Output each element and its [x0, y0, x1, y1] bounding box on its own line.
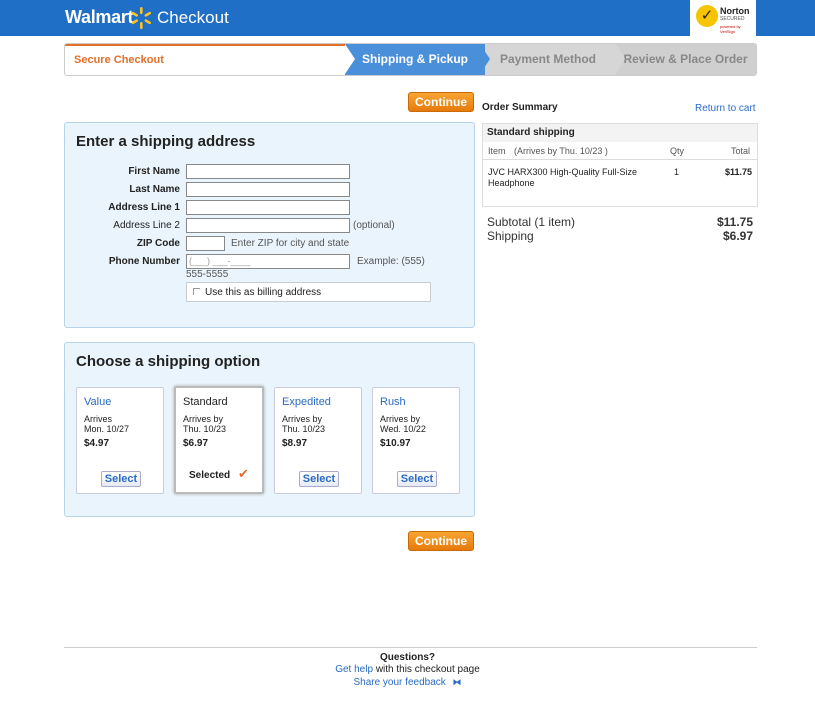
- address-line2-input[interactable]: [186, 218, 350, 233]
- norton-secured-badge[interactable]: ✓ Norton SECURED powered by VeriSign: [690, 0, 756, 36]
- shipping-options-panel: Choose a shipping option Value Arrives Mo…: [64, 342, 475, 517]
- get-help-link[interactable]: Get help: [335, 664, 373, 675]
- select-value-button[interactable]: Select: [101, 471, 141, 487]
- col-arrives: (Arrives by Thu. 10/23 ): [514, 146, 608, 156]
- shipping-address-panel: Enter a shipping address First Name Last…: [64, 122, 475, 328]
- order-summary-title: Order Summary: [482, 102, 558, 113]
- shipping-option-expedited[interactable]: Expedited Arrives by Thu. 10/23 $8.97 Sel…: [274, 387, 362, 494]
- step-payment-method: Payment Method: [480, 44, 616, 75]
- col-item: Item: [488, 146, 506, 156]
- col-qty: Qty: [670, 146, 685, 156]
- shipping-row: Shipping $6.97: [487, 229, 753, 243]
- option-arrival: Arrives by Thu. 10/23: [282, 414, 326, 434]
- zip-hint: Enter ZIP for city and state: [231, 238, 350, 249]
- address-line2-label: Address Line 2: [113, 220, 180, 231]
- select-expedited-button[interactable]: Select: [299, 471, 339, 487]
- step-review-place-order: Review & Place Order: [613, 44, 756, 75]
- address-line1-label: Address Line 1: [108, 202, 180, 213]
- billing-checkbox-label: Use this as billing address: [205, 287, 322, 298]
- shipping-label: Shipping: [487, 229, 534, 243]
- footer-divider: [64, 647, 757, 648]
- option-arrival: Arrives Mon. 10/27: [84, 414, 130, 434]
- step-secure-checkout: Secure Checkout: [65, 44, 347, 75]
- zip-code-input[interactable]: [186, 236, 225, 251]
- last-name-input[interactable]: [186, 182, 350, 197]
- return-to-cart-link[interactable]: Return to cart: [695, 103, 756, 114]
- zip-code-label: ZIP Code: [136, 238, 180, 249]
- subtotal-row: Subtotal (1 item) $11.75: [487, 215, 753, 229]
- continue-button-top[interactable]: Continue: [408, 92, 474, 112]
- norton-check-icon: ✓: [696, 5, 718, 27]
- step-divider: [345, 44, 355, 74]
- footer-help-line: Get help with this checkout page: [0, 664, 815, 675]
- shipping-method-heading: Standard shipping: [483, 124, 757, 142]
- step-divider: [616, 44, 625, 74]
- summary-item-name: JVC HARX300 High-Quality Full-Size Headp…: [488, 167, 638, 188]
- checkout-title: Checkout: [157, 8, 229, 27]
- option-name: Value: [84, 396, 112, 408]
- footer-questions: Questions?: [379, 652, 435, 663]
- option-price: $4.97: [84, 438, 110, 449]
- summary-item-qty: 1: [674, 167, 680, 177]
- help-text: with this checkout page: [375, 664, 480, 675]
- header-bar: Walmart Checkout ✓ Norton SECURED powere…: [0, 0, 815, 36]
- shipping-value: $6.97: [722, 229, 753, 243]
- checkout-steps: Secure Checkout Review & Place Order Pay…: [64, 43, 757, 76]
- phone-example-hint-cont: 555-5555: [186, 269, 229, 280]
- selected-indicator: Selected: [189, 470, 231, 481]
- walmart-spark-icon: [131, 7, 152, 29]
- shipping-option-rush[interactable]: Rush Arrives by Wed. 10/22 $10.97 Select: [372, 387, 460, 494]
- address-panel-title: Enter a shipping address: [76, 133, 256, 150]
- option-name: Standard: [183, 396, 228, 408]
- walmart-logo[interactable]: Walmart: [65, 7, 134, 28]
- option-name: Expedited: [282, 396, 331, 408]
- col-total: Total: [731, 146, 751, 156]
- checkmark-icon: ✔: [238, 466, 249, 481]
- step-divider: [480, 44, 490, 74]
- billing-checkbox[interactable]: [193, 288, 200, 295]
- address-line1-input[interactable]: [186, 200, 350, 215]
- subtotal-value: $11.75: [716, 215, 753, 229]
- first-name-input[interactable]: [186, 164, 350, 179]
- continue-button-bottom[interactable]: Continue: [408, 531, 474, 551]
- optional-hint: (optional): [353, 220, 395, 231]
- option-price: $8.97: [282, 438, 308, 449]
- shipping-option-value[interactable]: Value Arrives Mon. 10/27 $4.97 Select: [76, 387, 164, 494]
- summary-column-headers: Item (Arrives by Thu. 10/23 ) Qty Total: [483, 142, 757, 160]
- select-rush-button[interactable]: Select: [397, 471, 437, 487]
- shipping-panel-title: Choose a shipping option: [76, 353, 261, 370]
- phone-example-hint: Example: (555): [357, 256, 425, 267]
- phone-number-label: Phone Number: [108, 256, 180, 267]
- option-arrival: Arrives by Thu. 10/23: [183, 414, 227, 434]
- first-name-label: First Name: [128, 166, 180, 177]
- step-shipping-pickup: Shipping & Pickup: [345, 44, 485, 75]
- feedback-icon: ⧓: [452, 677, 462, 687]
- share-feedback-link[interactable]: Share your feedback ⧓: [0, 677, 815, 688]
- subtotal-label: Subtotal (1 item): [487, 215, 576, 229]
- summary-item-total: $11.75: [724, 167, 752, 177]
- phone-number-input[interactable]: (___) ___-____: [186, 254, 350, 269]
- billing-address-option[interactable]: Use this as billing address: [186, 282, 431, 302]
- option-arrival: Arrives by Wed. 10/22: [380, 414, 426, 434]
- shipping-option-standard[interactable]: Standard Arrives by Thu. 10/23 $6.97 Sele…: [174, 386, 264, 494]
- last-name-label: Last Name: [129, 184, 180, 195]
- order-summary-box: Standard shipping Item (Arrives by Thu. …: [482, 123, 758, 207]
- option-price: $6.97: [183, 438, 209, 449]
- option-name: Rush: [380, 396, 406, 408]
- option-price: $10.97: [380, 438, 411, 449]
